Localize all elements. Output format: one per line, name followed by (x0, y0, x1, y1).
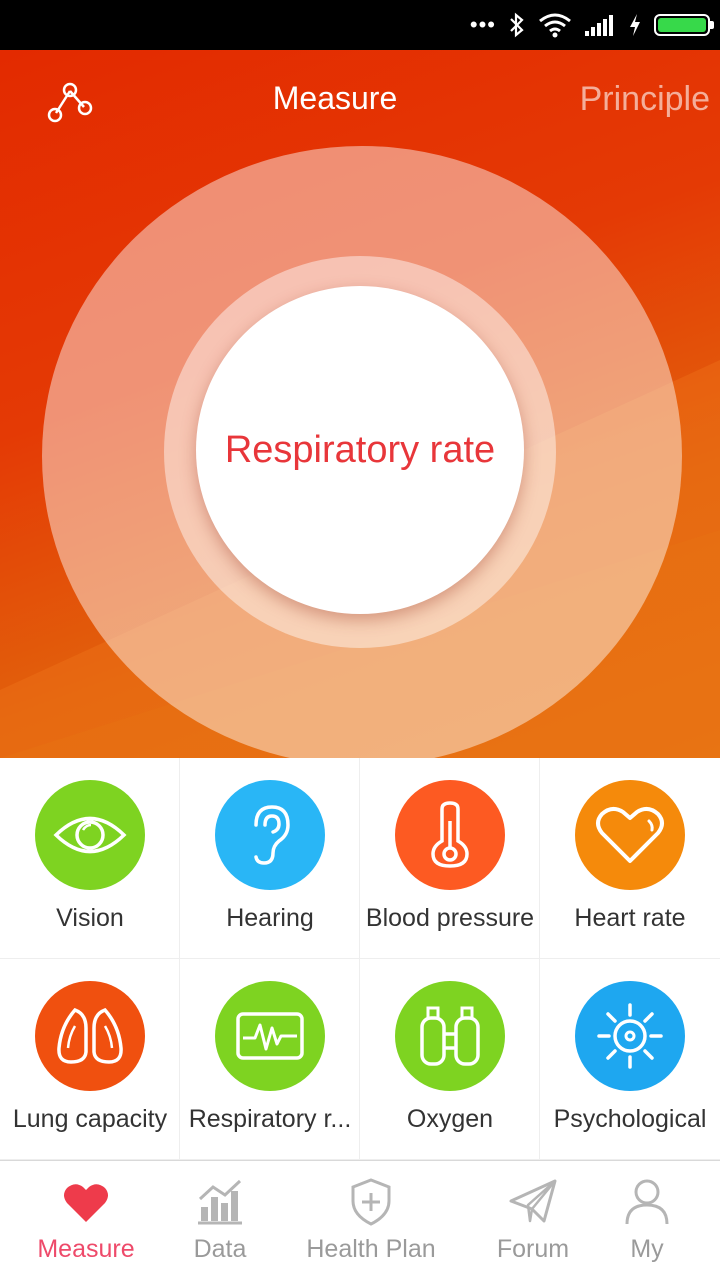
test-label: Respiratory r... (188, 1105, 352, 1133)
nav-health-plan[interactable]: Health Plan (296, 1161, 446, 1280)
chart-icon (198, 1179, 242, 1225)
nav-data[interactable]: Data (170, 1161, 270, 1280)
tab-measure[interactable]: Measure (220, 80, 450, 117)
eye-icon (53, 816, 127, 854)
test-label: Hearing (226, 904, 314, 932)
test-item-heart-rate[interactable]: Heart rate (540, 758, 720, 959)
blood-pressure-icon-circle (395, 780, 505, 890)
ear-icon (254, 805, 290, 865)
hearing-icon-circle (215, 780, 325, 890)
nav-forum[interactable]: Forum (480, 1161, 586, 1280)
oxygen-icon-circle (395, 981, 505, 1091)
thermometer-icon (431, 801, 469, 868)
paper-plane-icon (509, 1179, 557, 1223)
test-item-hearing[interactable]: Hearing (180, 758, 360, 959)
test-label: Oxygen (406, 1105, 494, 1133)
test-item-oxygen[interactable]: Oxygen (360, 959, 540, 1160)
test-grid: Vision Hearing Blood pressure Heart rate… (0, 758, 720, 1160)
tab-principle[interactable]: Principle (580, 80, 710, 119)
measure-label: Respiratory rate (224, 428, 496, 471)
hero-section: Measure Principle Respiratory rate (0, 50, 720, 758)
test-label: Lung capacity (12, 1105, 168, 1133)
waveform-icon (236, 1012, 304, 1060)
share-icon (47, 82, 93, 123)
nav-label: Data (193, 1235, 247, 1263)
test-label: Vision (56, 904, 124, 932)
test-item-psychological[interactable]: Psychological (540, 959, 720, 1160)
signal-icon (585, 15, 613, 36)
charging-icon (630, 14, 640, 36)
heart-rate-icon-circle (575, 780, 685, 890)
nav-label: My (630, 1235, 664, 1263)
nav-label: Forum (496, 1235, 570, 1263)
status-bar: ••• (0, 0, 720, 50)
test-item-respiratory-rate[interactable]: Respiratory r... (180, 959, 360, 1160)
psychological-icon-circle (575, 981, 685, 1091)
lung-capacity-icon-circle (35, 981, 145, 1091)
test-label: Heart rate (574, 904, 686, 932)
test-label: Psychological (553, 1105, 707, 1133)
test-item-blood-pressure[interactable]: Blood pressure (360, 758, 540, 959)
bluetooth-icon (510, 12, 524, 38)
respiratory-rate-icon-circle (215, 981, 325, 1091)
start-measure-button[interactable]: Respiratory rate (196, 286, 524, 614)
nav-label: Measure (37, 1235, 135, 1263)
person-icon (625, 1179, 669, 1225)
share-button[interactable] (40, 78, 100, 128)
battery-icon (654, 14, 714, 36)
test-item-vision[interactable]: Vision (0, 758, 180, 959)
more-notifications-icon: ••• (469, 12, 496, 37)
test-label: Blood pressure (365, 904, 535, 932)
shield-plus-icon (351, 1178, 391, 1226)
nav-measure[interactable]: Measure (20, 1161, 152, 1280)
test-item-lung-capacity[interactable]: Lung capacity (0, 959, 180, 1160)
sun-icon (597, 1003, 663, 1069)
top-bar: Measure Principle (0, 50, 720, 154)
nav-label: Health Plan (306, 1235, 436, 1263)
oxygen-tank-icon (420, 1006, 480, 1066)
nav-my[interactable]: My (610, 1161, 684, 1280)
vision-icon-circle (35, 780, 145, 890)
status-icons: ••• (469, 8, 714, 42)
bottom-nav: Measure Data Health Plan Forum My (0, 1160, 720, 1280)
heart-icon (64, 1184, 108, 1222)
wifi-icon (539, 13, 571, 38)
lungs-icon (57, 1007, 123, 1064)
heart-icon (596, 807, 664, 863)
